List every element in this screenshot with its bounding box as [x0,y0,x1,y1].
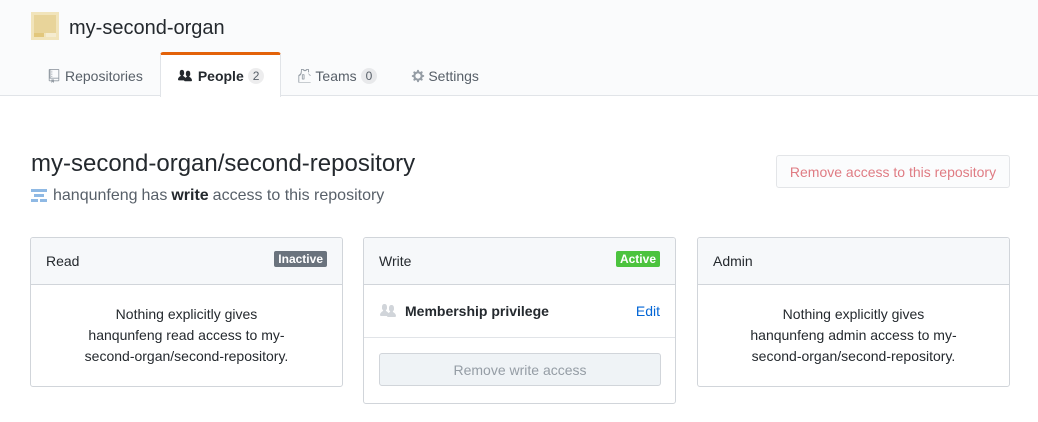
user-avatar[interactable] [31,188,47,204]
repo-title: my-second-organ/second-repository [31,150,416,177]
remove-write-access-button[interactable]: Remove write access [379,353,661,386]
active-badge: Active [615,251,660,267]
tab-people-label: People [197,68,244,84]
tab-people[interactable]: People 2 [159,52,282,97]
inactive-badge: Inactive [274,251,327,267]
edit-link[interactable]: Edit [636,303,660,319]
tab-teams[interactable]: Teams 0 [281,52,394,96]
access-suffix: access to this repository [212,187,385,204]
admin-title: Admin [713,253,753,269]
read-message-line: hanqunfeng read access to my- [88,327,285,343]
write-actions: Remove write access [364,338,675,401]
admin-box-header: Admin [698,238,1009,285]
tab-repositories-label: Repositories [65,67,143,84]
user-name[interactable]: hanqunfeng [53,185,138,207]
read-box-header: Read Inactive [31,238,342,285]
people-icon [177,68,195,84]
org-name[interactable]: my-second-organ [69,16,225,40]
read-message-line: second-organ/second-repository. [84,348,289,364]
org-tabs: Repositories People 2 Teams 0 Settings [31,52,496,97]
write-title: Write [379,253,412,269]
admin-message-line: hanqunfeng admin access to my- [750,327,957,343]
admin-permission-box: Admin Nothing explicitly gives hanqunfen… [697,237,1010,387]
remove-repository-access-button[interactable]: Remove access to this repository [776,155,1010,188]
repo-icon [48,68,62,84]
admin-message-line: Nothing explicitly gives [782,306,925,322]
read-message-line: Nothing explicitly gives [115,306,258,322]
has-text: has [141,187,168,204]
read-permission-box: Read Inactive Nothing explicitly gives h… [30,237,343,387]
write-box-header: Write Active [364,238,675,285]
admin-empty-message: Nothing explicitly gives hanqunfeng admi… [698,285,1009,386]
permission-level: write [171,187,209,204]
write-permission-box: Write Active Membership privilege Edit R… [363,237,676,404]
admin-message-line: second-organ/second-repository. [751,348,956,364]
read-title: Read [46,253,80,269]
gear-icon [411,68,425,84]
teams-counter: 0 [360,67,378,84]
tab-settings-label: Settings [428,67,479,84]
org-avatar[interactable] [31,12,59,40]
tab-settings[interactable]: Settings [394,52,496,96]
jersey-icon [298,68,312,84]
people-icon [380,304,396,317]
org-header: my-second-organ Repositories People 2 Te… [0,0,1038,97]
read-empty-message: Nothing explicitly gives hanqunfeng read… [31,285,342,386]
people-counter: 2 [247,68,265,84]
tab-repositories[interactable]: Repositories [31,52,160,96]
tab-teams-label: Teams [315,67,357,84]
membership-privilege-label: Membership privilege [405,303,549,319]
access-summary: hanqunfeng has write access to this repo… [31,185,384,207]
membership-privilege-row: Membership privilege Edit [364,285,675,338]
